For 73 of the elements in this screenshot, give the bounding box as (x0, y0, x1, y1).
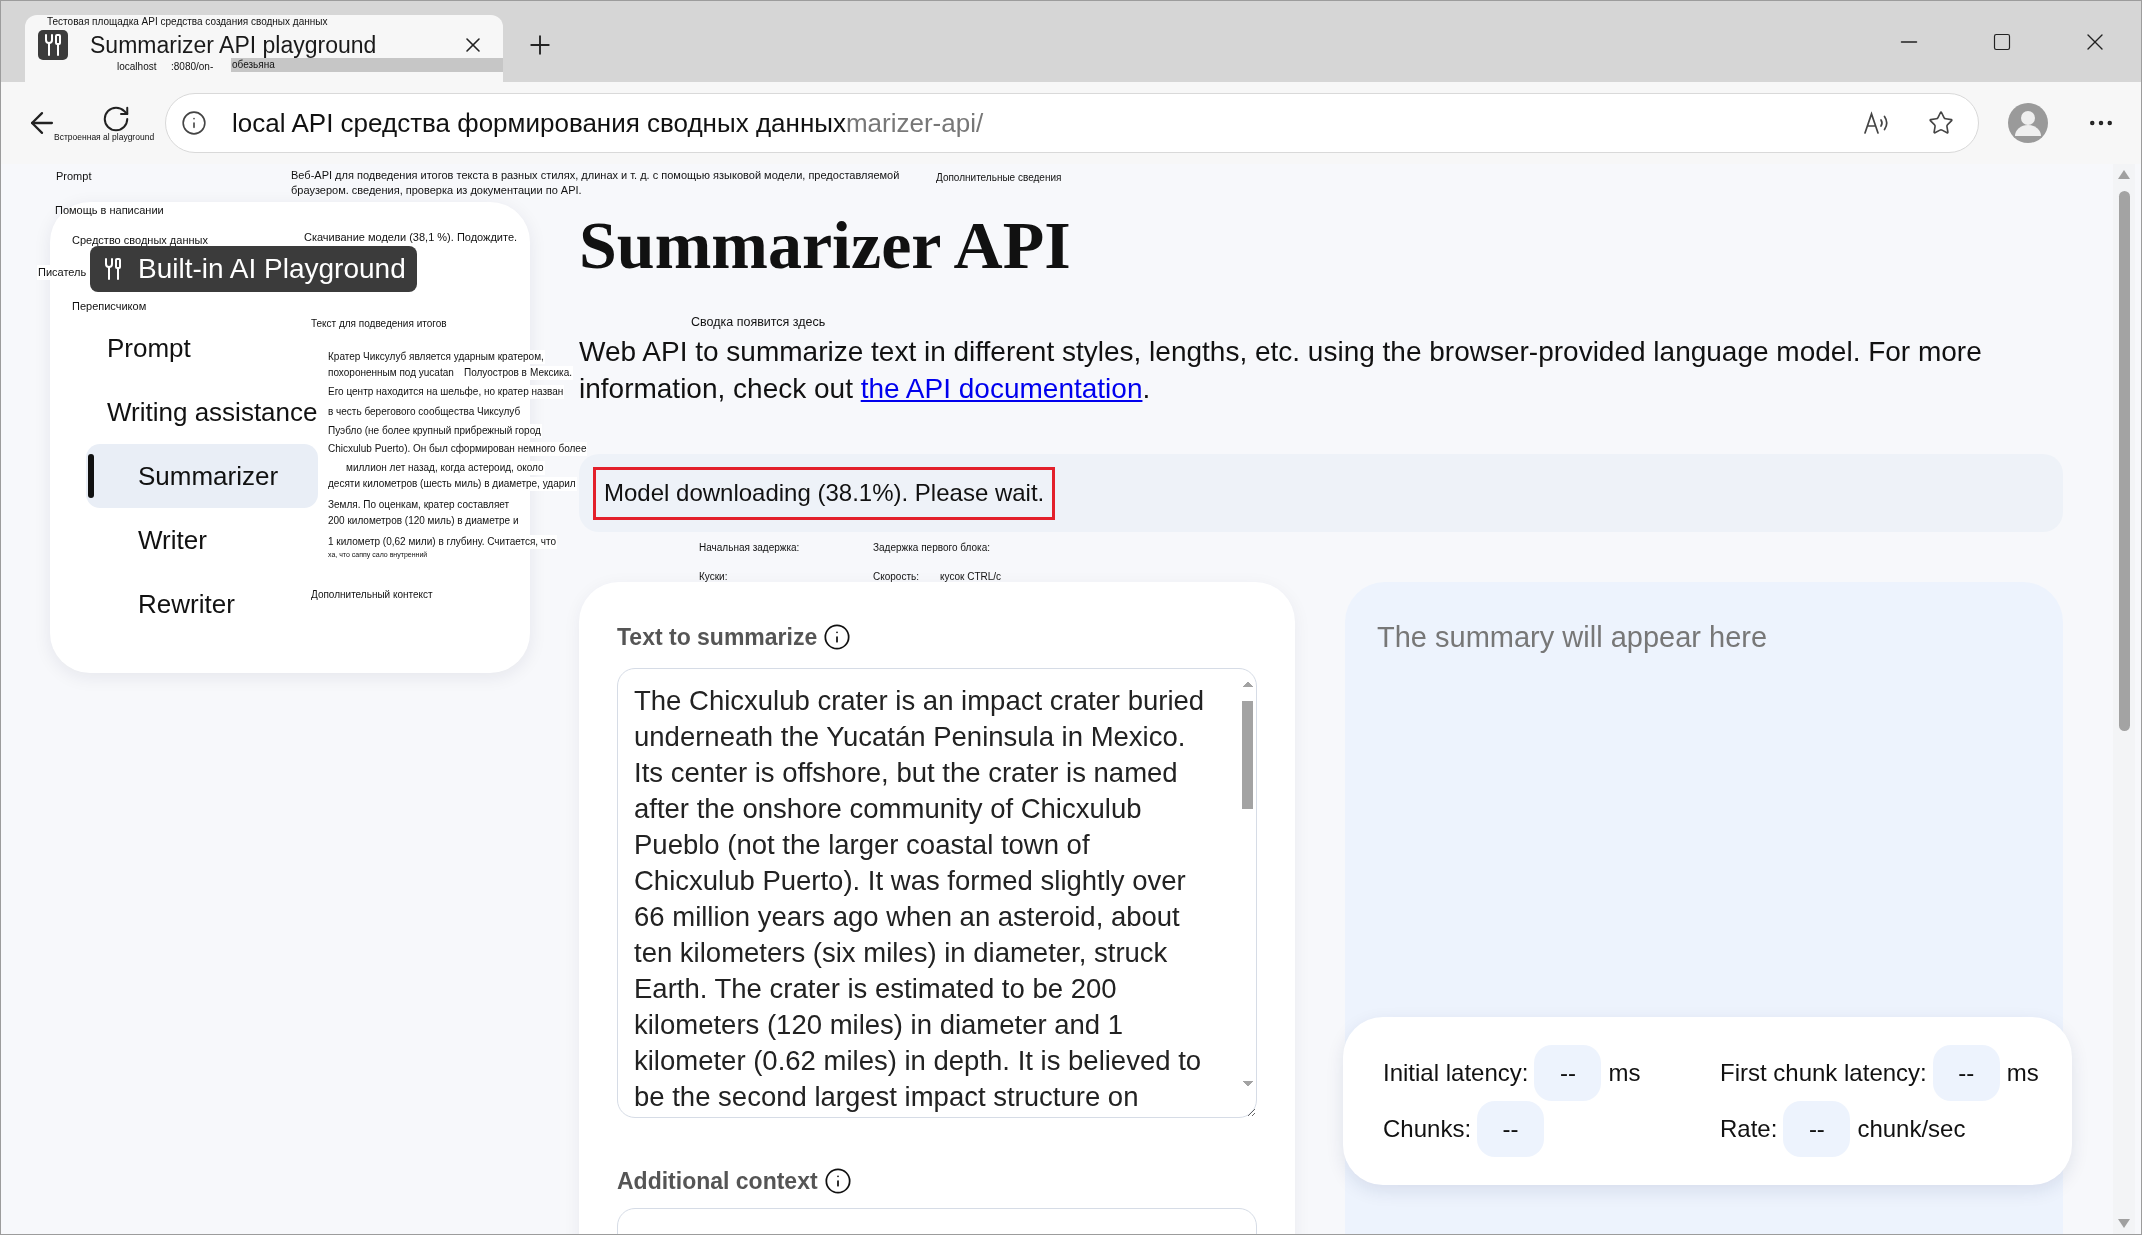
translation-text: Скачивание модели (38,1 %). Подождите. (303, 230, 519, 246)
browser-tab[interactable]: Тестовая площадка API средства создания сводных данных Summarizer API playground localhost :8080/on- обезьяна (25, 15, 503, 82)
nav-link[interactable]: Writing assistance (86, 380, 318, 444)
stat-reading: -- (1932, 1045, 2000, 1101)
translation-text: Куски: (698, 570, 729, 584)
translation-text: Дополнительные сведения (935, 171, 1063, 185)
translation-text: Сводка появится здесь (690, 314, 827, 331)
translation-text: localhost (116, 60, 158, 74)
profile-avatar-icon[interactable] (2008, 103, 2048, 143)
translation-text: Его центр находится на шельфе, но кратер назван (327, 385, 565, 399)
read-aloud-icon[interactable] (1863, 110, 1891, 136)
translation-text: Мексика. (529, 366, 573, 380)
translation-text: Текст для подведения итогов (310, 317, 448, 331)
translation-text: в честь берегового сообщества Чиксулуб (327, 405, 522, 419)
field-label: Text to summarize (617, 623, 818, 651)
translation-text: Тестовая площадка API средства создания сводных данных (46, 15, 329, 29)
field-label: Additional context (617, 1167, 818, 1195)
translation-text: кусок CTRL/c (939, 570, 1003, 584)
translation-text: миллион лет назад, когда астероид, около (345, 461, 545, 475)
stat-unit: ms (1608, 1059, 1641, 1087)
info-icon[interactable] (823, 623, 852, 651)
translation-text: Дополнительный контекст (310, 588, 434, 602)
nav-link[interactable]: Writer (86, 508, 318, 572)
stat-unit: ms (2006, 1059, 2039, 1087)
translation-text: Полуостров в (463, 366, 528, 380)
nav-link[interactable]: Summarizer (86, 444, 318, 508)
stat-reading: -- (1783, 1101, 1851, 1157)
refresh-icon[interactable] (101, 104, 131, 134)
info-icon[interactable] (823, 1167, 852, 1195)
translation-text: обезьяна (231, 58, 503, 72)
app-title: Built-in AI Playground (138, 253, 406, 285)
translation-text: 200 километров (120 миль) в диаметре и (327, 514, 520, 528)
translation-text: Писатель (37, 265, 88, 281)
url-text: local (232, 107, 286, 139)
translation-text: Кратер Чиксулуб является ударным кратером, (327, 350, 545, 364)
favorite-star-icon[interactable] (1928, 110, 1954, 136)
translation-text: :8080/on- (170, 60, 215, 74)
translation-text: Веб-API для подведения итогов текста в разных стилях, длинах и т. д. с помощью языковой модели, предоставляемой браузером. сведения, проверка из документации по API. (290, 168, 901, 199)
translation-text: Prompt (55, 169, 93, 184)
page-description: Web API to summarize text in different styles, lengths, etc. using the browser-provided language model. For more information, check out the API documentation. (579, 335, 1983, 406)
translation-text: Скорость: (872, 570, 920, 584)
translation-text: Chicxulub Puerto). Он был сформирован немного более (327, 442, 588, 456)
translation-text: десяти километров (шесть миль) в диаметре, ударил (327, 477, 577, 491)
stat-unit: chunk/sec (1857, 1115, 1966, 1143)
tools-icon (38, 30, 68, 60)
page-title: Summarizer API (579, 206, 1071, 284)
translation-text: Пуэбло (не более крупный прибрежный город (327, 424, 542, 438)
stat-name: First chunk latency: (1720, 1059, 1927, 1087)
translation-text: Помощь в написании (54, 203, 165, 218)
translation-text: 1 километр (0,62 мили) в глубину. Считается, что (327, 535, 558, 549)
api-docs-link[interactable]: the API documentation (860, 373, 1143, 404)
translation-text: Переписчиком (71, 299, 148, 314)
stat-reading: -- (1477, 1101, 1545, 1157)
maximize-icon[interactable] (1991, 31, 2012, 52)
status-message: Model downloading (38.1%). Please wait. (593, 466, 1056, 520)
stat-reading: -- (1534, 1045, 1602, 1101)
translation-text: Земля. По оценкам, кратер составляет (327, 498, 511, 512)
translation-text: Средство сводных данных (71, 233, 209, 248)
translation-text: Начальная задержка: (698, 541, 801, 555)
info-icon[interactable] (181, 110, 207, 136)
stat-name: Initial latency: (1383, 1059, 1529, 1087)
translation-text: Задержка первого блока: (872, 541, 991, 555)
url-text: marizer-api/ (845, 107, 984, 139)
summary-placeholder: The summary will appear here (1377, 620, 1768, 655)
stat-name: Chunks: (1383, 1115, 1472, 1143)
scrollbar-thumb[interactable] (2118, 191, 2130, 731)
translation-text: похороненным под yucatan (327, 366, 455, 380)
translation-text: Встроенная al playground (53, 132, 156, 144)
text-input-field[interactable]: The Chicxulub crater is an impact crater buried underneath the Yucatán Peninsula in Mexico. Its center is offshore, but the crater is named after the onshore community of Chicxulub Pueblo (not the larger coastal town of Chicxulub Puerto). It was formed slightly over 66 million years ago when an asteroid, about ten kilometers (six miles) in diameter, struck Earth. The crater is estimated to be 200 kilometers (120 miles) in diameter and 1 kilometer (0.62 miles) in depth. It is believed to be the second largest impact structure on (617, 668, 1257, 1118)
translation-text: API средства формирования сводных данных (291, 107, 846, 139)
stat-name: Rate: (1720, 1115, 1778, 1143)
active-indicator (88, 454, 94, 498)
address-field[interactable]: local API средства формирования сводных данныхmarizer-api/ (165, 93, 1979, 153)
